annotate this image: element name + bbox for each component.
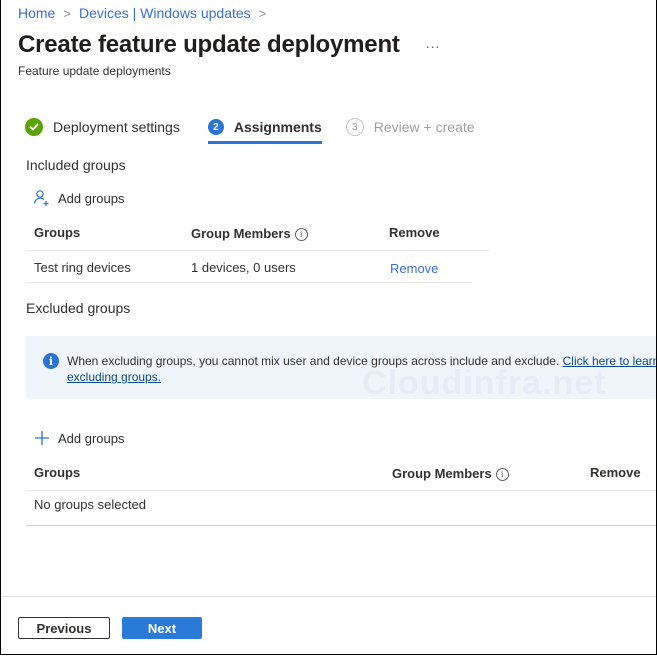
column-header-label: Group Members <box>191 226 291 241</box>
title-row: Create feature update deployment ... <box>18 31 440 59</box>
excluded-groups-label: Excluded groups <box>26 300 131 316</box>
info-icon[interactable]: i <box>495 468 509 481</box>
step-number-icon: 3 <box>345 118 364 136</box>
previous-button[interactable]: Previous <box>18 617 110 639</box>
breadcrumb: Home > Devices | Windows updates > <box>18 5 274 21</box>
table-divider <box>26 490 656 491</box>
add-groups-label: Add groups <box>58 430 125 446</box>
add-included-groups-button[interactable]: Add groups <box>33 189 125 207</box>
breadcrumb-home[interactable]: Home <box>18 5 55 21</box>
step-deployment-settings[interactable]: Deployment settings <box>25 118 180 136</box>
page-subtitle: Feature update deployments <box>18 64 171 78</box>
info-icon: i <box>43 353 59 369</box>
add-excluded-groups-button[interactable]: Add groups <box>33 429 125 447</box>
add-groups-label: Add groups <box>58 190 125 206</box>
column-header-remove: Remove <box>590 465 641 480</box>
info-icon[interactable]: i <box>294 228 308 241</box>
checkmark-circle-icon <box>25 118 43 136</box>
step-label: Assignments <box>233 119 322 135</box>
group-name-cell: Test ring devices <box>34 260 131 275</box>
step-label: Deployment settings <box>53 119 180 135</box>
column-header-groups: Groups <box>34 465 81 480</box>
footer-divider <box>1 596 656 597</box>
step-review-create[interactable]: 3 Review + create <box>345 118 475 136</box>
table-divider <box>26 250 489 251</box>
info-message-text: When excluding groups, you cannot mix us… <box>67 354 560 368</box>
group-members-cell: 1 devices, 0 users <box>191 260 296 275</box>
step-assignments[interactable]: 2 Assignments <box>207 119 322 144</box>
column-header-group-members: Group Members i <box>392 466 509 481</box>
chevron-right-icon: > <box>258 5 267 21</box>
empty-state-text: No groups selected <box>34 497 147 512</box>
chevron-right-icon: > <box>63 5 71 21</box>
step-number-icon: 2 <box>207 119 224 135</box>
page-frame: Home > Devices | Windows updates > Creat… <box>0 0 657 655</box>
plus-icon <box>33 429 51 447</box>
page-title: Create feature update deployment <box>18 31 400 58</box>
wizard-steps: Deployment settings 2 Assignments 3 Revi… <box>25 115 475 144</box>
add-person-icon <box>33 189 51 207</box>
column-header-groups: Groups <box>34 225 81 240</box>
remove-group-link[interactable]: Remove <box>390 261 438 276</box>
more-options-icon[interactable]: ... <box>426 35 441 51</box>
info-message: When excluding groups, you cannot mix us… <box>67 353 656 385</box>
breadcrumb-devices-windows-updates[interactable]: Devices | Windows updates <box>79 5 251 21</box>
info-message-bar: Cloudinfra.net i When excluding groups, … <box>26 336 656 399</box>
column-header-label: Group Members <box>392 466 492 481</box>
table-divider <box>26 525 656 526</box>
learn-more-link[interactable]: Click here to learn <box>563 354 656 368</box>
column-header-remove: Remove <box>389 225 440 240</box>
learn-more-link-continued[interactable]: excluding groups. <box>67 370 161 384</box>
next-button[interactable]: Next <box>122 617 202 639</box>
step-label: Review + create <box>373 119 475 135</box>
included-groups-label: Included groups <box>26 157 126 173</box>
column-header-group-members: Group Members i <box>191 226 308 241</box>
table-divider <box>26 282 472 283</box>
